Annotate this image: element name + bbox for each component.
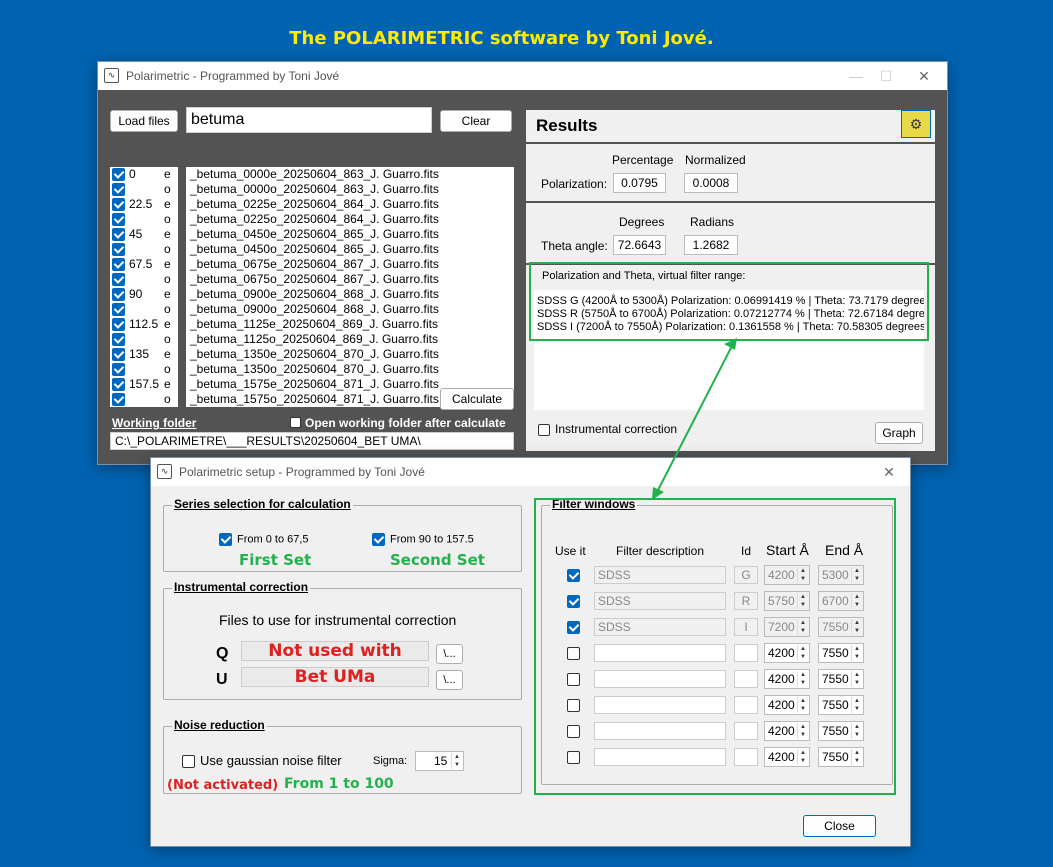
arrow-line [655,343,734,495]
annotation-arrow [652,338,737,500]
